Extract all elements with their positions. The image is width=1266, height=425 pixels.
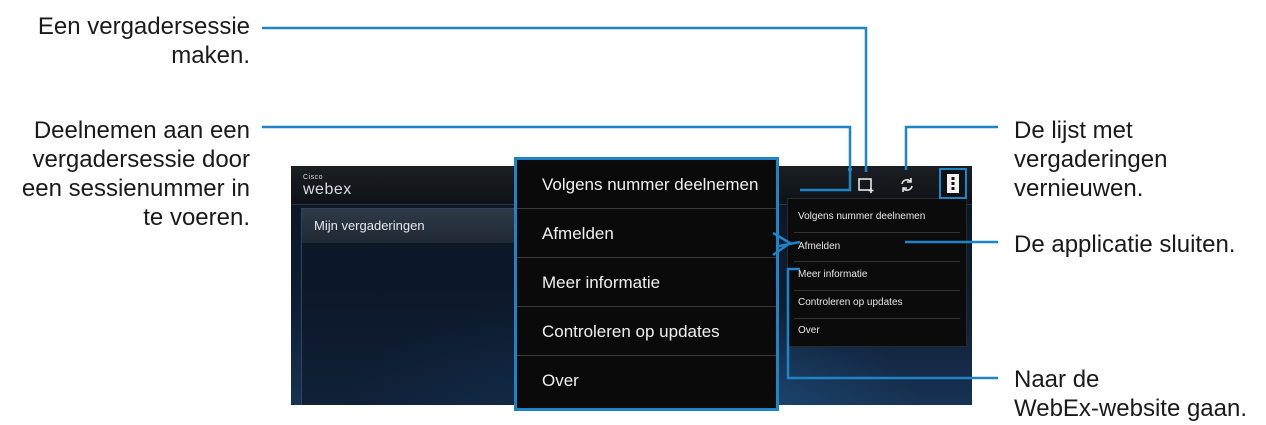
leader-dot [848, 168, 852, 171]
leader-line-create-session [262, 26, 868, 172]
leader-line-website [786, 267, 998, 380]
callout-lines [262, 26, 998, 380]
leader-line-refresh [904, 125, 998, 170]
leader-line-join-by-number [262, 125, 852, 192]
